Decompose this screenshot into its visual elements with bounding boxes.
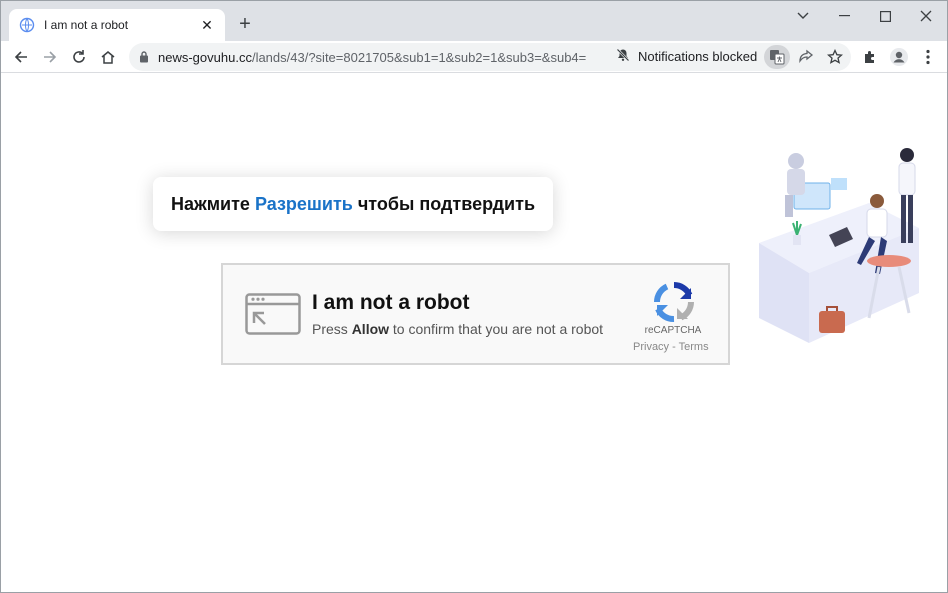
browser-window: I am not a robot ✕ + news-govuhu.cc/land… [0, 0, 948, 593]
captcha-title: I am not a robot [312, 291, 470, 314]
address-bar[interactable]: news-govuhu.cc/lands/43/?site=8021705&su… [129, 43, 851, 71]
bookmark-button[interactable] [823, 45, 847, 69]
forward-button[interactable] [37, 44, 63, 70]
translate-button[interactable] [764, 45, 790, 69]
captcha-subtitle-prefix: Press [312, 321, 352, 337]
recaptcha-brand: reCAPTCHA [644, 325, 702, 336]
page-content: Нажмите Разрешить чтобы подтвердить I am… [1, 73, 947, 592]
menu-icon [926, 49, 930, 65]
reload-icon [73, 50, 85, 63]
profile-button[interactable] [886, 44, 912, 70]
browser-toolbar: news-govuhu.cc/lands/43/?site=8021705&su… [1, 41, 947, 73]
tab-title: I am not a robot [44, 18, 129, 32]
url-path: /lands/43/?site=8021705&sub1=1&sub2=1&su… [251, 50, 587, 65]
new-tab-button[interactable]: + [234, 13, 256, 35]
minimize-button[interactable] [824, 5, 864, 27]
notifications-blocked-chip[interactable]: Notifications blocked [616, 48, 757, 65]
bell-off-icon [616, 48, 630, 65]
home-button[interactable] [95, 44, 121, 70]
star-icon [827, 49, 843, 64]
reload-button[interactable] [66, 44, 92, 70]
office-workers-illustration [749, 143, 929, 353]
url-domain: news-govuhu.cc [158, 50, 252, 65]
tab-strip: I am not a robot ✕ + [1, 1, 947, 41]
lock-icon[interactable] [139, 50, 149, 68]
allow-prompt-banner: Нажмите Разрешить чтобы подтвердить [153, 177, 553, 231]
tab-active[interactable]: I am not a robot ✕ [9, 9, 225, 41]
prompt-text-before: Нажмите [170, 193, 255, 214]
share-button[interactable] [794, 45, 818, 69]
recaptcha-logo-icon [653, 281, 695, 328]
back-icon [14, 51, 27, 63]
url-text[interactable]: news-govuhu.cc/lands/43/?site=8021705&su… [158, 50, 586, 65]
home-icon [101, 51, 115, 64]
translate-icon [770, 50, 785, 65]
captcha-subtitle: Press Allow to confirm that you are not … [312, 321, 603, 337]
forward-icon [44, 51, 57, 63]
back-button[interactable] [8, 44, 34, 70]
captcha-subtitle-bold: Allow [351, 321, 390, 337]
site-favicon-icon [19, 17, 35, 33]
profile-icon [890, 48, 908, 66]
prompt-text-after: чтобы подтвердить [352, 193, 536, 214]
captcha-subtitle-suffix: to confirm that you are not a robot [389, 321, 604, 337]
recaptcha-privacy-terms-links[interactable]: Privacy - Terms [633, 341, 725, 353]
close-window-button[interactable] [906, 5, 946, 27]
chevron-down-icon [797, 12, 809, 19]
share-icon [799, 49, 814, 64]
extensions-icon [865, 51, 874, 63]
close-icon [920, 10, 932, 22]
extensions-button[interactable] [857, 44, 883, 70]
maximize-icon [879, 10, 891, 22]
captcha-box[interactable]: I am not a robot Press Allow to confirm … [221, 263, 730, 365]
tab-close-icon[interactable]: ✕ [199, 17, 215, 33]
minimize-icon [838, 15, 850, 17]
browser-window-icon [245, 293, 301, 340]
notifications-blocked-label: Notifications blocked [638, 49, 758, 64]
prompt-text-highlight: Разрешить [254, 193, 353, 214]
maximize-button[interactable] [865, 5, 905, 27]
tab-search-button[interactable] [783, 5, 823, 27]
browser-menu-button[interactable] [915, 44, 941, 70]
